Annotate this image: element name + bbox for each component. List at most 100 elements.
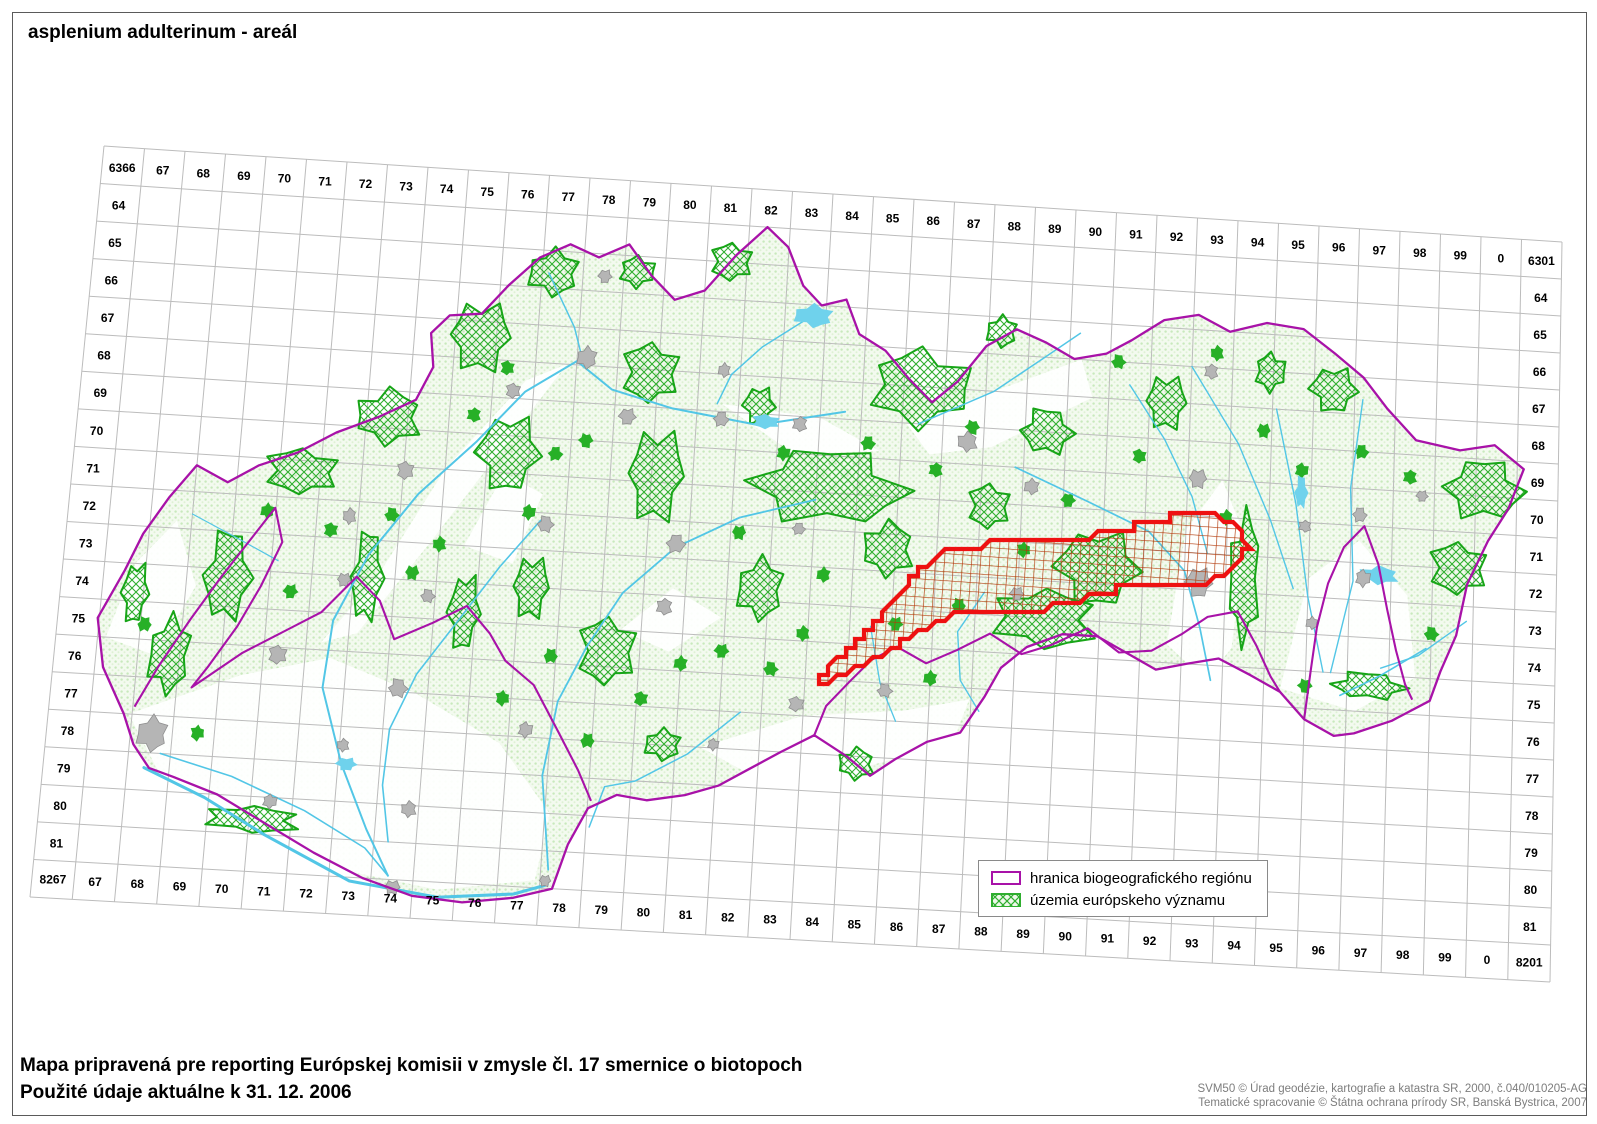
- svg-text:76: 76: [468, 896, 482, 910]
- svg-text:66: 66: [1533, 365, 1547, 379]
- svg-text:79: 79: [595, 903, 609, 917]
- svg-text:71: 71: [318, 174, 332, 188]
- svg-text:83: 83: [763, 913, 777, 927]
- svg-text:95: 95: [1291, 238, 1305, 252]
- svg-text:97: 97: [1354, 946, 1368, 960]
- svg-text:94: 94: [1227, 939, 1241, 953]
- footer-line-1: Mapa pripravená pre reporting Európskej …: [20, 1055, 803, 1076]
- svg-text:96: 96: [1312, 944, 1326, 958]
- svg-text:75: 75: [1527, 698, 1541, 712]
- svg-text:68: 68: [131, 877, 145, 891]
- svg-text:96: 96: [1332, 241, 1346, 255]
- footer-note: Mapa pripravená pre reporting Európskej …: [20, 1052, 802, 1106]
- legend-label-sci: územia európskeho významu: [1030, 891, 1226, 909]
- legend-label-boundary: hranica biogeografického regiónu: [1030, 869, 1252, 887]
- svg-text:97: 97: [1373, 243, 1387, 257]
- svg-text:92: 92: [1170, 230, 1184, 244]
- svg-text:93: 93: [1210, 233, 1224, 247]
- svg-text:72: 72: [83, 499, 97, 513]
- svg-text:93: 93: [1185, 936, 1199, 950]
- svg-text:79: 79: [57, 762, 71, 776]
- svg-text:74: 74: [75, 574, 89, 588]
- svg-text:91: 91: [1101, 932, 1115, 946]
- svg-text:6366: 6366: [109, 161, 136, 175]
- svg-text:98: 98: [1413, 246, 1427, 260]
- svg-text:68: 68: [97, 349, 111, 363]
- svg-text:79: 79: [1524, 846, 1538, 860]
- svg-text:91: 91: [1129, 227, 1143, 241]
- svg-text:79: 79: [643, 196, 657, 210]
- svg-text:90: 90: [1059, 929, 1073, 943]
- svg-text:73: 73: [399, 180, 413, 194]
- svg-text:83: 83: [805, 206, 819, 220]
- svg-text:64: 64: [112, 199, 126, 213]
- svg-text:80: 80: [53, 799, 67, 813]
- biogeographic-boundary-swatch: [991, 871, 1021, 885]
- svg-text:0: 0: [1497, 251, 1504, 265]
- svg-text:90: 90: [1089, 225, 1103, 239]
- svg-text:87: 87: [932, 922, 946, 936]
- svg-text:77: 77: [562, 190, 576, 204]
- svg-text:74: 74: [1528, 661, 1542, 675]
- footer-line-2: Použité údaje aktuálne k 31. 12. 2006: [20, 1082, 352, 1103]
- svg-text:87: 87: [967, 217, 981, 231]
- svg-text:77: 77: [1526, 772, 1540, 786]
- svg-text:0: 0: [1484, 953, 1491, 967]
- svg-text:82: 82: [764, 204, 778, 218]
- svg-text:71: 71: [257, 884, 271, 898]
- svg-text:81: 81: [50, 837, 64, 851]
- country-base: [97, 227, 1524, 903]
- svg-text:92: 92: [1143, 934, 1157, 948]
- svg-text:84: 84: [806, 915, 820, 929]
- legend: hranica biogeografického regiónu územia …: [978, 860, 1268, 917]
- svg-text:85: 85: [848, 917, 862, 931]
- svg-text:81: 81: [679, 908, 693, 922]
- svg-text:72: 72: [299, 887, 313, 901]
- svg-text:78: 78: [1525, 809, 1539, 823]
- svg-text:72: 72: [359, 177, 373, 191]
- svg-text:74: 74: [384, 891, 398, 905]
- svg-text:89: 89: [1048, 222, 1062, 236]
- svg-text:72: 72: [1529, 587, 1543, 601]
- svg-text:69: 69: [237, 169, 251, 183]
- svg-text:80: 80: [637, 906, 651, 920]
- svg-text:70: 70: [215, 882, 229, 896]
- svg-text:67: 67: [101, 311, 115, 325]
- svg-text:67: 67: [1532, 402, 1546, 416]
- svg-text:75: 75: [426, 894, 440, 908]
- svg-text:70: 70: [1530, 513, 1544, 527]
- svg-text:6301: 6301: [1528, 254, 1555, 268]
- svg-text:89: 89: [1016, 927, 1030, 941]
- svg-text:73: 73: [79, 536, 93, 550]
- svg-text:71: 71: [86, 461, 100, 475]
- svg-text:71: 71: [1530, 550, 1544, 564]
- svg-text:88: 88: [974, 925, 988, 939]
- svg-text:84: 84: [845, 209, 859, 223]
- credits-line-1: SVM50 © Úrad geodézie, kartografie a kat…: [1197, 1083, 1587, 1095]
- svg-text:73: 73: [342, 889, 356, 903]
- svg-text:69: 69: [1531, 476, 1545, 490]
- svg-text:75: 75: [481, 185, 495, 199]
- svg-text:66: 66: [105, 274, 119, 288]
- sci-area-swatch: [991, 893, 1021, 907]
- svg-text:85: 85: [886, 212, 900, 226]
- svg-text:78: 78: [552, 901, 566, 915]
- svg-text:70: 70: [90, 424, 104, 438]
- slovakia-distribution-map: 6366 67 68 69 70 71 72 73 74 75 76 77 78 79 80 81 82 83 84…: [29, 145, 1563, 983]
- svg-text:86: 86: [890, 920, 904, 934]
- svg-text:95: 95: [1269, 941, 1283, 955]
- svg-text:99: 99: [1438, 951, 1452, 965]
- svg-text:65: 65: [108, 236, 122, 250]
- svg-text:75: 75: [72, 612, 86, 626]
- svg-text:69: 69: [173, 880, 187, 894]
- svg-text:67: 67: [156, 164, 170, 178]
- svg-text:76: 76: [1526, 735, 1540, 749]
- svg-text:8267: 8267: [40, 872, 67, 886]
- svg-text:86: 86: [927, 214, 941, 228]
- svg-text:77: 77: [64, 687, 78, 701]
- svg-text:82: 82: [721, 910, 735, 924]
- credits-line-2: Tematické spracovanie © Štátna ochrana p…: [1198, 1097, 1587, 1109]
- svg-text:76: 76: [521, 188, 535, 202]
- svg-text:78: 78: [602, 193, 616, 207]
- svg-text:94: 94: [1251, 235, 1265, 249]
